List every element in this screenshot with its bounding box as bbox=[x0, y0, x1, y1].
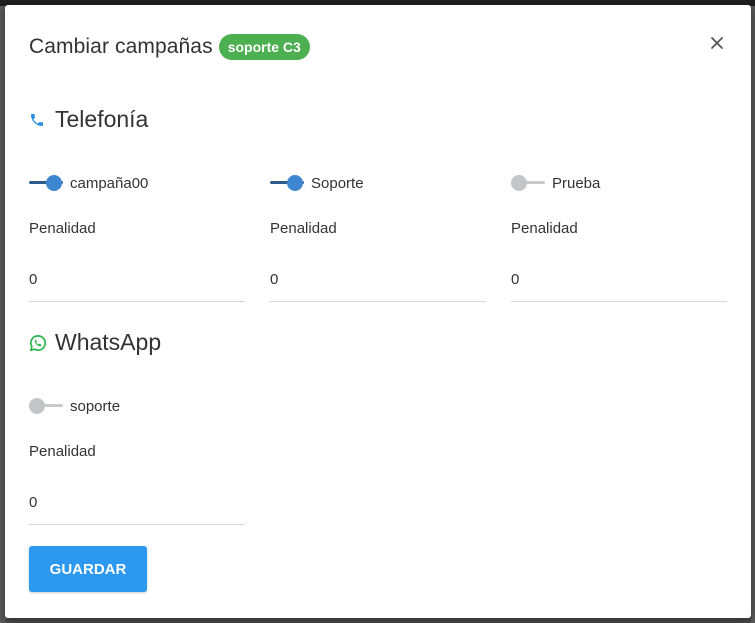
section-title-text: Telefonía bbox=[55, 106, 149, 132]
penalty-label: Penalidad bbox=[270, 220, 337, 237]
whatsapp-icon bbox=[29, 334, 47, 352]
modal-header: Cambiar campañas soporte C3 bbox=[29, 34, 310, 60]
penalty-input-soporte[interactable] bbox=[270, 266, 486, 302]
phone-icon bbox=[29, 111, 47, 129]
campaign-toggle-row: campaña00 bbox=[29, 173, 148, 193]
campaign-toggle-prueba[interactable] bbox=[511, 173, 545, 193]
user-badge: soporte C3 bbox=[218, 34, 310, 60]
campaign-name: soporte bbox=[70, 397, 121, 415]
change-campaigns-modal: Cambiar campañas soporte C3 Telefonía ca… bbox=[5, 5, 751, 618]
penalty-label: Penalidad bbox=[29, 220, 96, 237]
campaign-toggle-campana00[interactable] bbox=[29, 173, 63, 193]
campaign-name: campaña00 bbox=[70, 174, 149, 192]
campaign-toggle-row: Soporte bbox=[270, 173, 364, 193]
campaign-toggle-whatsapp-soporte[interactable] bbox=[29, 396, 63, 416]
campaign-toggle-soporte[interactable] bbox=[270, 173, 304, 193]
campaign-toggle-row: soporte bbox=[29, 396, 120, 416]
toggle-knob[interactable] bbox=[511, 175, 527, 191]
section-title-telefonia: Telefonía bbox=[29, 106, 148, 133]
penalty-label: Penalidad bbox=[29, 443, 96, 460]
penalty-input-campana00[interactable] bbox=[29, 266, 245, 302]
toggle-knob[interactable] bbox=[29, 398, 45, 414]
section-title-whatsapp: WhatsApp bbox=[29, 329, 161, 356]
background-page-right bbox=[751, 6, 755, 623]
penalty-input-prueba[interactable] bbox=[511, 266, 727, 302]
campaign-name: Soporte bbox=[311, 174, 364, 192]
penalty-input-whatsapp-soporte[interactable] bbox=[29, 489, 245, 525]
toggle-knob[interactable] bbox=[287, 175, 303, 191]
close-icon[interactable] bbox=[709, 35, 725, 51]
close-button[interactable] bbox=[709, 35, 725, 51]
modal-title: Cambiar campañas bbox=[29, 35, 213, 58]
campaign-name: Prueba bbox=[552, 174, 601, 192]
campaign-toggle-row: Prueba bbox=[511, 173, 600, 193]
toggle-knob[interactable] bbox=[46, 175, 62, 191]
penalty-label: Penalidad bbox=[511, 220, 578, 237]
save-button[interactable]: GUARDAR bbox=[29, 546, 147, 592]
section-title-text: WhatsApp bbox=[55, 329, 162, 355]
